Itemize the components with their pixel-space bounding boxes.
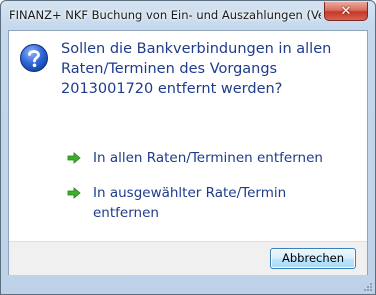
message-line-1: Sollen die Bankverbindungen in allen xyxy=(61,41,332,57)
option-remove-all[interactable]: In allen Raten/Terminen entfernen xyxy=(67,148,357,168)
dialog-footer: Abbrechen xyxy=(9,241,367,275)
green-arrow-icon xyxy=(67,187,81,199)
title-bar[interactable]: FINANZ+ NKF Buchung von Ein- und Auszahl… xyxy=(1,1,375,29)
option-line: In allen Raten/Terminen entfernen xyxy=(93,150,323,166)
option-line: In ausgewählter Rate/Termin xyxy=(93,185,287,201)
message-line-3: 2013001720 entfernt werden? xyxy=(61,81,283,97)
green-arrow-icon xyxy=(67,152,81,164)
window-title: FINANZ+ NKF Buchung von Ein- und Auszahl… xyxy=(9,8,321,22)
cancel-button[interactable]: Abbrechen xyxy=(270,248,356,269)
option-remove-all-label: In allen Raten/Terminen entfernen xyxy=(93,148,353,168)
option-remove-selected-label: In ausgewählter Rate/Termin entfernen xyxy=(93,183,353,223)
dialog-window: FINANZ+ NKF Buchung von Ein- und Auszahl… xyxy=(0,0,376,295)
option-line: entfernen xyxy=(93,205,159,221)
question-icon xyxy=(20,44,48,72)
dialog-content: Sollen die Bankverbindungen in allen Rat… xyxy=(8,30,368,275)
message-line-2: Raten/Terminen des Vorgangs xyxy=(61,61,278,77)
option-remove-selected[interactable]: In ausgewählter Rate/Termin entfernen xyxy=(67,183,357,223)
close-icon: ✕ xyxy=(340,3,352,19)
close-button[interactable]: ✕ xyxy=(324,2,368,21)
dialog-message: Sollen die Bankverbindungen in allen Rat… xyxy=(61,39,351,99)
resize-grip-icon[interactable] xyxy=(363,282,373,292)
